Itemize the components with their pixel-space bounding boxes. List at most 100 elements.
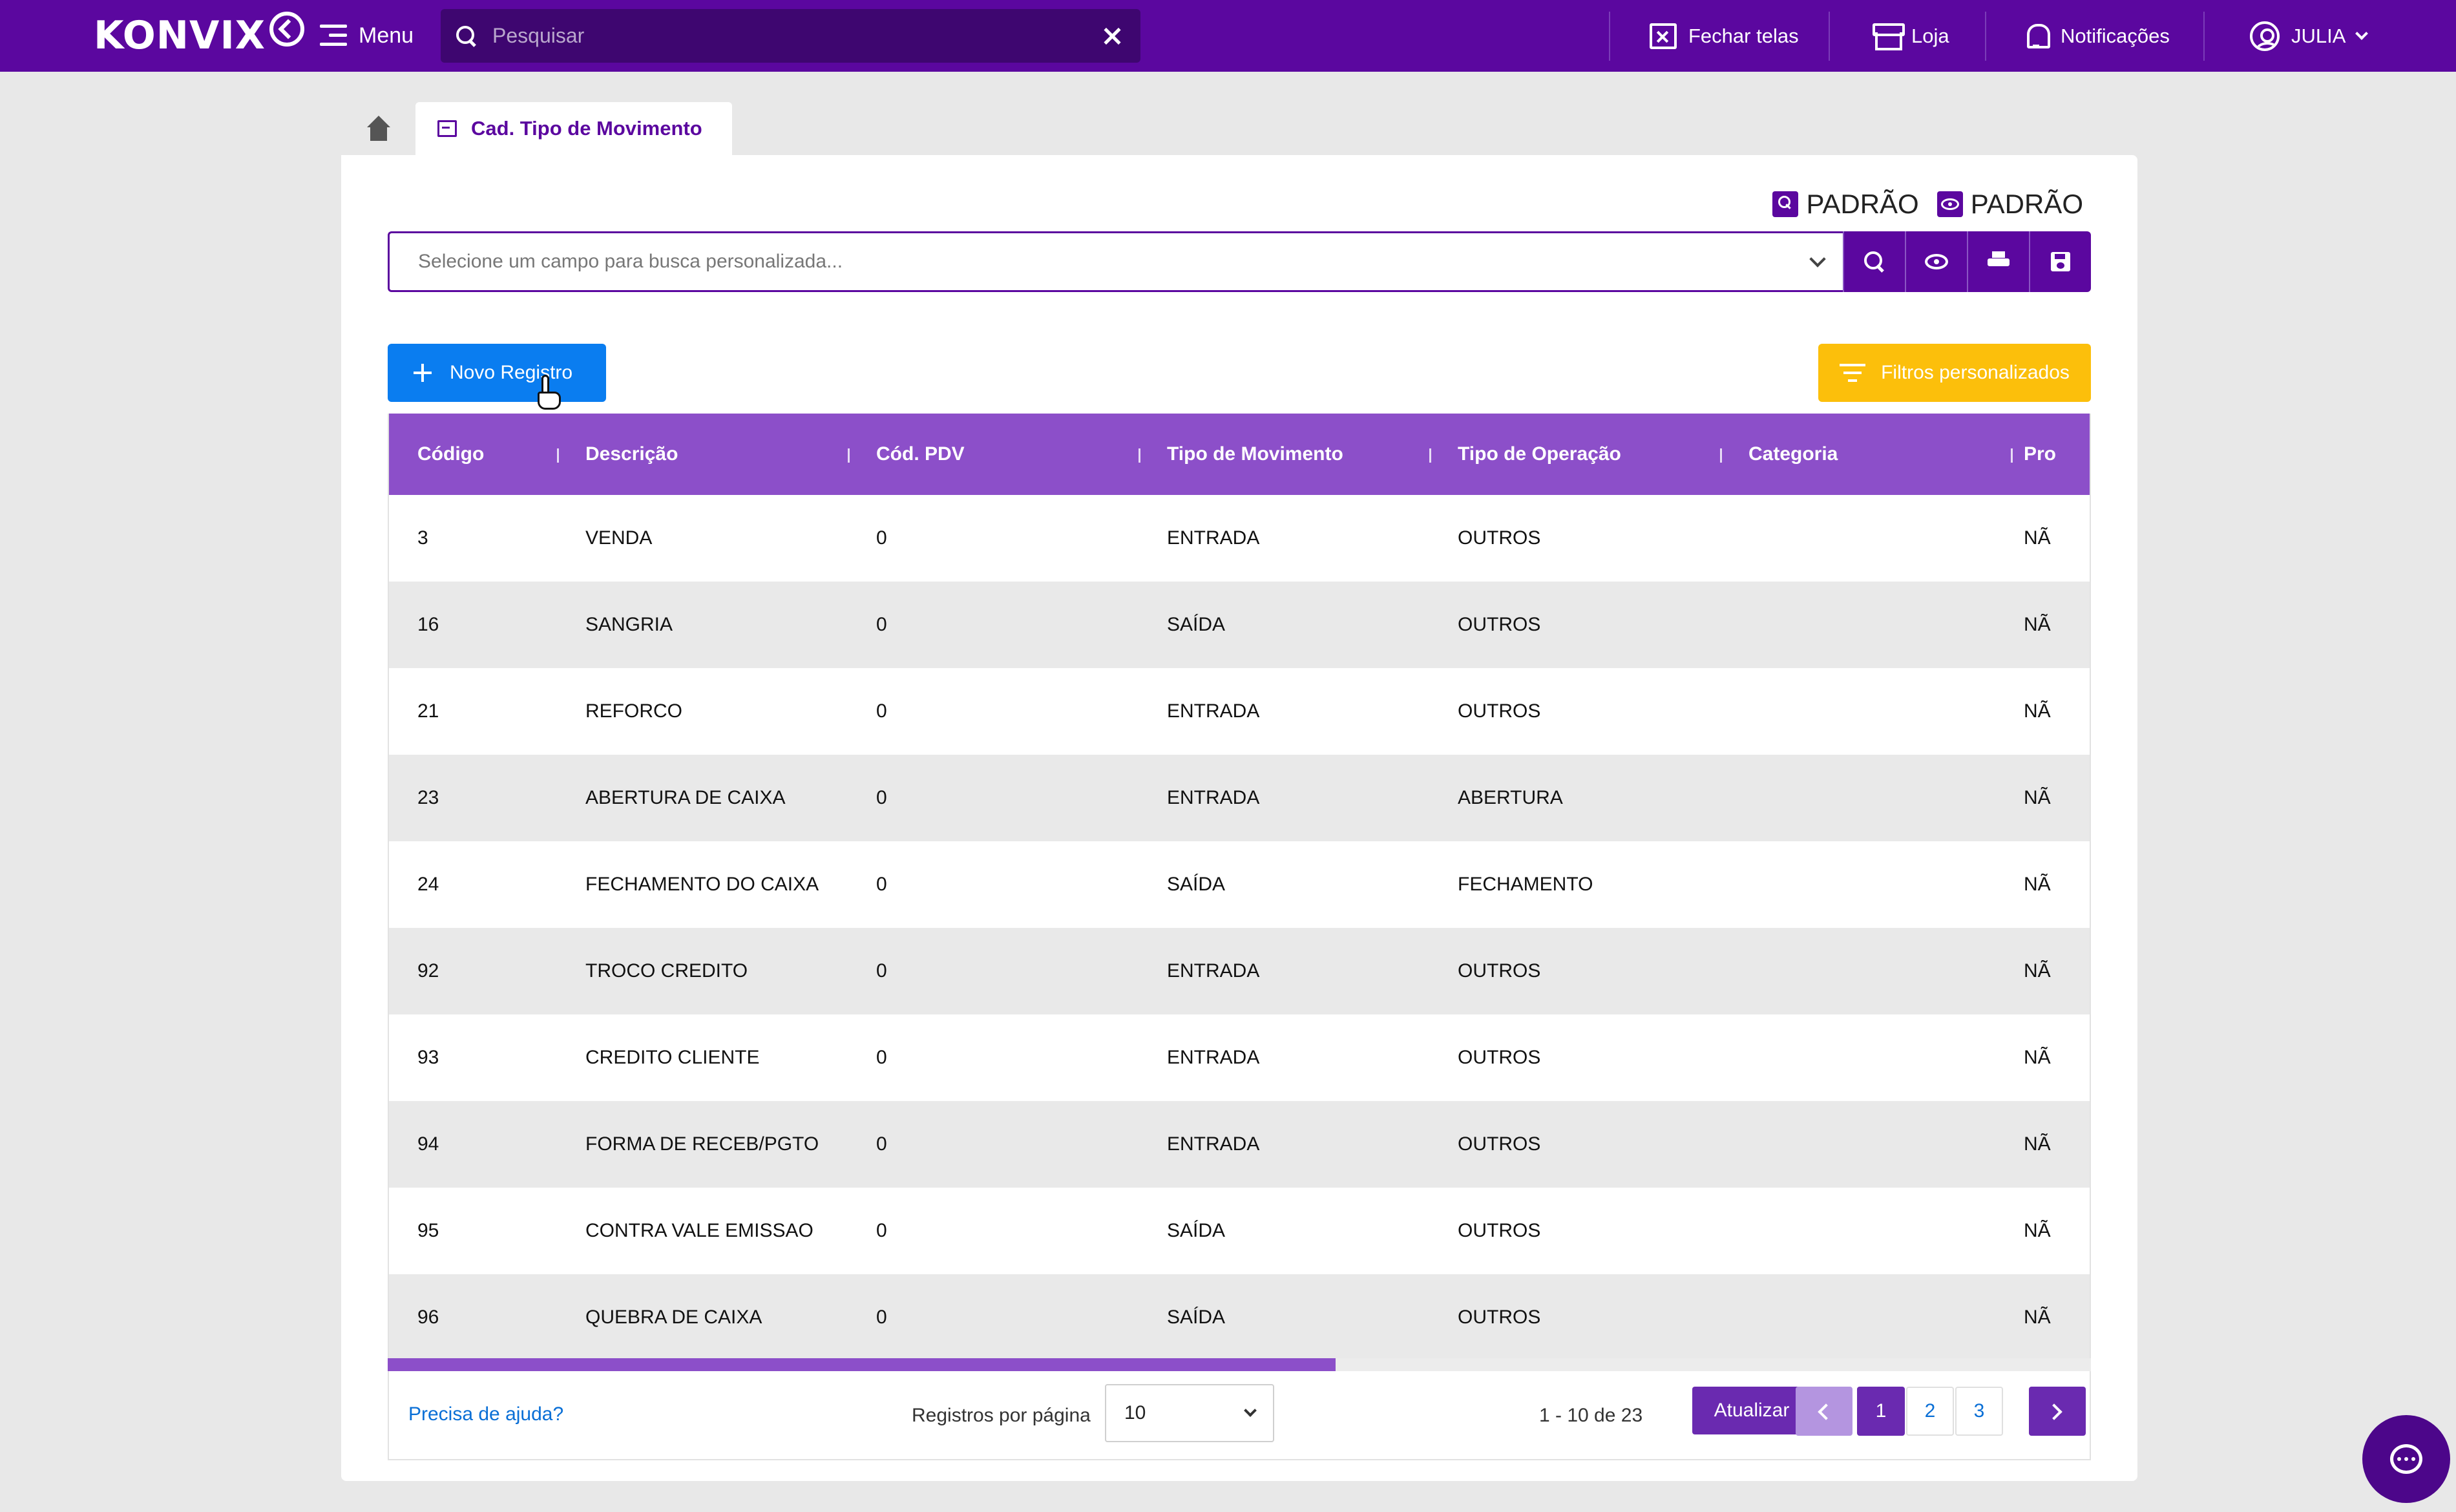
column-header-categoria[interactable]: Categoria — [1720, 443, 2011, 465]
search-icon — [455, 25, 478, 48]
topbar-divider — [1985, 12, 1986, 61]
page-3-button[interactable]: 3 — [1955, 1387, 2003, 1436]
home-icon — [364, 116, 393, 142]
cell-tipo-operacao: OUTROS — [1458, 527, 1541, 549]
cell-tipo-movimento: SAÍDA — [1167, 874, 1226, 895]
page-2-button[interactable]: 2 — [1906, 1387, 1954, 1436]
chevron-down-icon — [1244, 1404, 1257, 1417]
cell-cod-pdv: 0 — [876, 1307, 887, 1328]
table-row[interactable]: 3 VENDA 0 ENTRADA OUTROS NÃ — [389, 495, 2090, 582]
cell-codigo: 94 — [417, 1133, 439, 1155]
cell-tipo-operacao: OUTROS — [1458, 1047, 1541, 1068]
cell-tipo-movimento: ENTRADA — [1167, 787, 1260, 808]
table-row[interactable]: 96 QUEBRA DE CAIXA 0 SAÍDA OUTROS NÃ — [389, 1274, 2090, 1361]
view-preset[interactable]: PADRÃO — [1936, 189, 2083, 220]
user-menu-button[interactable]: JULIA — [2250, 18, 2369, 54]
cell-tipo-operacao: ABERTURA — [1458, 787, 1563, 808]
column-header-codigo[interactable]: Código — [389, 443, 557, 465]
konvix-logo[interactable]: KONVIX — [94, 12, 305, 58]
tab-home[interactable] — [341, 102, 415, 155]
custom-search-field-select[interactable]: Selecione um campo para busca personaliz… — [388, 231, 1843, 292]
column-header-pro[interactable]: Pro — [2011, 443, 2090, 465]
scrollbar-thumb[interactable] — [388, 1358, 1336, 1371]
refresh-button[interactable]: Atualizar — [1692, 1387, 1811, 1434]
cell-codigo: 21 — [417, 700, 439, 722]
cell-descricao: CONTRA VALE EMISSAO — [585, 1220, 813, 1241]
search-icon — [1863, 250, 1886, 273]
column-header-tipo-movimento[interactable]: Tipo de Movimento — [1139, 443, 1429, 465]
help-link[interactable]: Precisa de ajuda? — [408, 1403, 563, 1425]
cell-cod-pdv: 0 — [876, 1133, 887, 1155]
new-record-button[interactable]: Novo Registro — [388, 344, 606, 402]
cell-pro: NÃ — [2024, 700, 2051, 722]
close-window-icon — [1650, 23, 1677, 49]
eye-icon — [1925, 254, 1948, 269]
global-search-input[interactable] — [492, 24, 1093, 48]
cell-codigo: 93 — [417, 1047, 439, 1068]
cell-codigo: 16 — [417, 614, 439, 635]
cell-codigo: 24 — [417, 874, 439, 895]
custom-filters-label: Filtros personalizados — [1881, 362, 2070, 383]
cell-pro: NÃ — [2024, 874, 2051, 895]
search-preset-badge — [1772, 191, 1799, 217]
cell-descricao: SANGRIA — [585, 614, 673, 635]
printer-icon — [1988, 251, 2010, 272]
previous-page-button[interactable] — [1796, 1387, 1852, 1436]
table-row[interactable]: 94 FORMA DE RECEB/PGTO 0 ENTRADA OUTROS … — [389, 1101, 2090, 1188]
search-icon — [1778, 195, 1793, 211]
logo-text: KONVIX — [94, 13, 266, 58]
cell-descricao: VENDA — [585, 527, 653, 549]
cell-cod-pdv: 0 — [876, 1047, 887, 1068]
chat-bubble-icon — [2390, 1444, 2422, 1474]
table-row[interactable]: 16 SANGRIA 0 SAÍDA OUTROS NÃ — [389, 582, 2090, 668]
column-header-descricao[interactable]: Descrição — [557, 443, 848, 465]
column-header-tipo-operacao[interactable]: Tipo de Operação — [1429, 443, 1720, 465]
view-preset-label: PADRÃO — [1970, 189, 2083, 219]
next-page-button[interactable] — [2029, 1387, 2086, 1436]
cell-pro: NÃ — [2024, 1220, 2051, 1241]
cell-codigo: 96 — [417, 1307, 439, 1328]
cell-cod-pdv: 0 — [876, 614, 887, 635]
cell-tipo-operacao: OUTROS — [1458, 614, 1541, 635]
table-row[interactable]: 23 ABERTURA DE CAIXA 0 ENTRADA ABERTURA … — [389, 755, 2090, 841]
tab-cad-tipo-movimento[interactable]: Cad. Tipo de Movimento — [415, 102, 732, 155]
cell-cod-pdv: 0 — [876, 787, 887, 808]
rows-per-page-select[interactable]: 10 — [1105, 1384, 1274, 1442]
cell-tipo-operacao: OUTROS — [1458, 960, 1541, 982]
table-row[interactable]: 95 CONTRA VALE EMISSAO 0 SAÍDA OUTROS NÃ — [389, 1188, 2090, 1274]
notifications-button[interactable]: Notificações — [2023, 18, 2170, 54]
top-bar: KONVIX Menu Fechar telas Loja Notificaçõ… — [0, 0, 2456, 72]
table-row[interactable]: 93 CREDITO CLIENTE 0 ENTRADA OUTROS NÃ — [389, 1014, 2090, 1101]
hamburger-icon — [320, 25, 347, 47]
chat-button[interactable] — [2362, 1415, 2450, 1503]
custom-filters-button[interactable]: Filtros personalizados — [1818, 344, 2091, 402]
clear-search-icon[interactable] — [1093, 17, 1131, 56]
cell-pro: NÃ — [2024, 1047, 2051, 1068]
close-screens-button[interactable]: Fechar telas — [1650, 18, 1799, 54]
view-button[interactable] — [1905, 231, 1967, 292]
cell-pro: NÃ — [2024, 787, 2051, 808]
table-row[interactable]: 21 REFORCO 0 ENTRADA OUTROS NÃ — [389, 668, 2090, 755]
store-button[interactable]: Loja — [1873, 18, 1949, 54]
cell-descricao: CREDITO CLIENTE — [585, 1047, 760, 1068]
page-1-button[interactable]: 1 — [1857, 1387, 1905, 1436]
rows-per-page-value: 10 — [1124, 1402, 1146, 1423]
user-circle-icon — [2250, 21, 2280, 51]
menu-label: Menu — [359, 23, 414, 48]
print-button[interactable] — [1967, 231, 2029, 292]
cell-cod-pdv: 0 — [876, 527, 887, 549]
table-row[interactable]: 24 FECHAMENTO DO CAIXA 0 SAÍDA FECHAMENT… — [389, 841, 2090, 928]
cell-descricao: ABERTURA DE CAIXA — [585, 787, 786, 808]
custom-search-placeholder: Selecione um campo para busca personaliz… — [418, 251, 843, 272]
table-row[interactable]: 92 TROCO CREDITO 0 ENTRADA OUTROS NÃ — [389, 928, 2090, 1014]
horizontal-scrollbar[interactable] — [388, 1358, 2091, 1371]
column-header-cod-pdv[interactable]: Cód. PDV — [848, 443, 1139, 465]
records-range: 1 - 10 de 23 — [1539, 1405, 1643, 1426]
cell-tipo-operacao: OUTROS — [1458, 1307, 1541, 1328]
search-preset[interactable]: PADRÃO — [1772, 189, 1919, 220]
cell-pro: NÃ — [2024, 614, 2051, 635]
save-button[interactable] — [2029, 231, 2091, 292]
user-name: JULIA — [2291, 25, 2346, 47]
menu-button[interactable]: Menu — [320, 19, 414, 52]
search-button[interactable] — [1843, 231, 1905, 292]
